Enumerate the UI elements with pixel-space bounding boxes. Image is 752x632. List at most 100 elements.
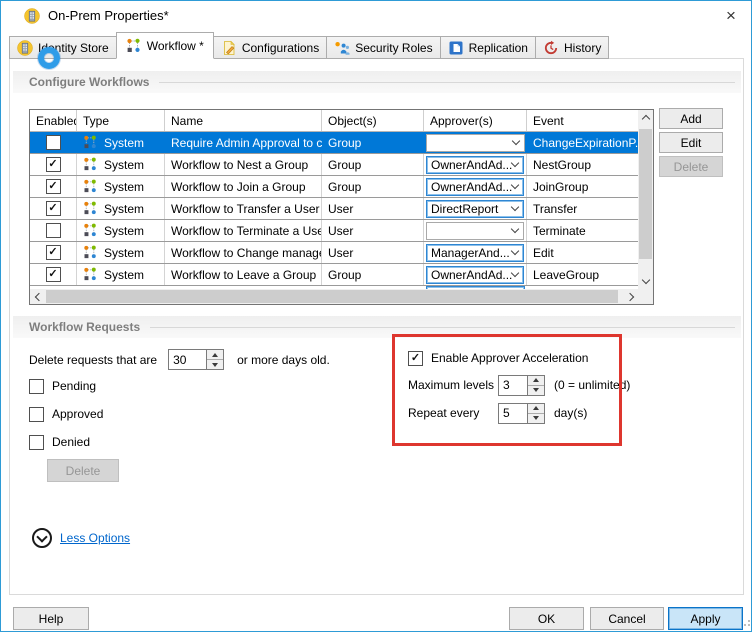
enabled-checkbox[interactable]: ✓ — [45, 267, 61, 282]
less-options-link[interactable]: Less Options — [32, 528, 130, 548]
checkbox[interactable] — [29, 378, 44, 394]
column-enabled[interactable]: Enabled — [30, 110, 77, 131]
tab-workflow[interactable]: Workflow * — [115, 32, 214, 59]
event-cell: Edit — [527, 242, 653, 263]
tab-security-roles[interactable]: Security Roles — [326, 36, 441, 59]
approver-dropdown[interactable] — [426, 133, 525, 152]
status-checkbox-denied[interactable]: Denied — [29, 428, 103, 456]
table-row[interactable]: ✓ System Workflow to Join a Group Group Owne… — [30, 176, 653, 198]
enabled-cell — [30, 132, 77, 153]
cancel-button[interactable]: Cancel — [590, 607, 664, 630]
ok-button[interactable]: OK — [509, 607, 584, 630]
table-row[interactable]: ✓ System Workflow to Transfer a User User Di… — [30, 198, 653, 220]
workflow-type-icon — [83, 245, 98, 260]
maximum-levels-spinner: 3 — [498, 374, 545, 396]
section-rule — [150, 326, 735, 328]
object-cell: User — [322, 198, 424, 219]
type-cell: System — [77, 154, 165, 175]
window-title: On-Prem Properties* — [48, 8, 169, 23]
enabled-checkbox[interactable]: ✓ — [45, 157, 61, 172]
approver-dropdown[interactable] — [426, 221, 524, 240]
approver-dropdown[interactable]: OwnerAndAd... — [426, 265, 525, 284]
column-approvers[interactable]: Approver(s) — [424, 110, 527, 131]
enable-acceleration-row[interactable]: ✓ Enable Approver Acceleration — [408, 347, 588, 369]
replication-icon — [448, 40, 464, 56]
event-cell: JoinGroup — [527, 176, 653, 197]
workflow-type-icon — [83, 157, 98, 172]
enabled-checkbox[interactable] — [46, 135, 61, 150]
type-cell: System — [77, 132, 165, 153]
tab-replication[interactable]: Replication — [439, 36, 536, 59]
maximum-levels-row: Maximum levels 3 (0 = unlimited) — [408, 373, 630, 397]
history-icon — [543, 40, 559, 56]
tab-history[interactable]: History — [534, 36, 610, 59]
spin-down-button[interactable] — [528, 385, 544, 395]
table-row[interactable]: ✓ System Workflow to Leave a Group Group Own… — [30, 264, 653, 286]
repeat-every-value[interactable]: 5 — [498, 402, 528, 424]
column-objects[interactable]: Object(s) — [322, 110, 424, 131]
maximum-levels-value[interactable]: 3 — [498, 374, 528, 396]
approver-cell — [424, 220, 527, 241]
table-row[interactable]: System Workflow to Terminate a User User Te… — [30, 220, 653, 242]
horizontal-scrollbar[interactable] — [30, 289, 638, 304]
enabled-checkbox[interactable] — [45, 223, 61, 238]
vertical-scroll-thumb[interactable] — [639, 129, 652, 259]
edit-button[interactable]: Edit — [659, 132, 723, 153]
approver-dropdown[interactable]: OwnerAndAd... — [426, 177, 525, 196]
name-cell: Workflow to Change manager — [165, 242, 322, 263]
tab-label: History — [563, 40, 602, 55]
apply-button[interactable]: Apply — [668, 607, 743, 630]
type-cell: System — [77, 264, 165, 285]
spin-up-button[interactable] — [528, 375, 544, 386]
status-checkbox-approved[interactable]: Approved — [29, 400, 103, 428]
spin-up-button[interactable] — [207, 350, 224, 360]
tab-configurations[interactable]: Configurations — [212, 36, 328, 59]
table-row[interactable]: System Require Admin Approval to c... Grou… — [30, 132, 653, 154]
approver-dropdown[interactable]: DirectReport — [426, 199, 524, 218]
close-icon[interactable]: × — [717, 5, 745, 27]
app-icon — [24, 8, 40, 24]
enabled-checkbox[interactable]: ✓ — [45, 201, 61, 216]
delete-workflow-button[interactable]: Delete — [659, 156, 723, 177]
workflows-table: Enabled Type Name Object(s) Approver(s) … — [29, 109, 654, 305]
name-cell: Workflow to Terminate a User — [165, 220, 322, 241]
tab-strip: Identity Store Workflow * Configurations Se… — [9, 32, 610, 59]
enabled-checkbox[interactable]: ✓ — [45, 245, 61, 260]
workflow-type-icon — [83, 223, 98, 238]
resize-grip[interactable] — [744, 624, 746, 626]
checkbox[interactable] — [29, 434, 44, 450]
enabled-cell: ✓ — [30, 176, 77, 197]
event-cell: ChangeExpirationP. — [533, 135, 639, 150]
table-row[interactable]: ✓ System Workflow to Nest a Group Group Owne… — [30, 154, 653, 176]
scroll-down-button[interactable] — [638, 274, 653, 289]
scroll-right-button[interactable] — [623, 289, 638, 304]
object-cell: Group — [322, 264, 424, 285]
repeat-every-hint: day(s) — [554, 406, 588, 420]
spin-down-button[interactable] — [207, 360, 224, 369]
add-button[interactable]: Add — [659, 108, 723, 129]
workflow-type-icon — [83, 135, 98, 150]
enable-acceleration-label: Enable Approver Acceleration — [431, 351, 589, 365]
spin-down-button[interactable] — [528, 413, 544, 423]
help-button[interactable]: Help — [13, 607, 89, 630]
column-event[interactable]: Event — [527, 110, 638, 131]
enable-acceleration-checkbox[interactable]: ✓ — [408, 350, 423, 366]
approver-dropdown[interactable]: ManagerAnd... — [426, 243, 524, 262]
spin-up-button[interactable] — [528, 403, 544, 414]
table-row[interactable]: ✓ System Workflow to Change manager User Man… — [30, 242, 653, 264]
enabled-cell: ✓ — [30, 198, 77, 219]
tab-identity-store[interactable]: Identity Store — [9, 36, 117, 59]
column-name[interactable]: Name — [165, 110, 322, 131]
status-checkbox-pending[interactable]: Pending — [29, 372, 103, 400]
scroll-up-button[interactable] — [638, 110, 653, 125]
horizontal-scroll-thumb[interactable] — [46, 290, 618, 303]
approver-dropdown[interactable]: OwnerAndAd... — [426, 155, 525, 174]
days-value[interactable]: 30 — [168, 349, 208, 370]
table-header: Enabled Type Name Object(s) Approver(s) … — [30, 110, 638, 132]
delete-requests-button[interactable]: Delete — [47, 459, 119, 482]
checkbox[interactable] — [29, 406, 44, 422]
enabled-checkbox[interactable]: ✓ — [45, 179, 61, 194]
scroll-left-button[interactable] — [30, 289, 45, 304]
column-type[interactable]: Type — [77, 110, 165, 131]
vertical-scrollbar[interactable] — [638, 110, 653, 289]
